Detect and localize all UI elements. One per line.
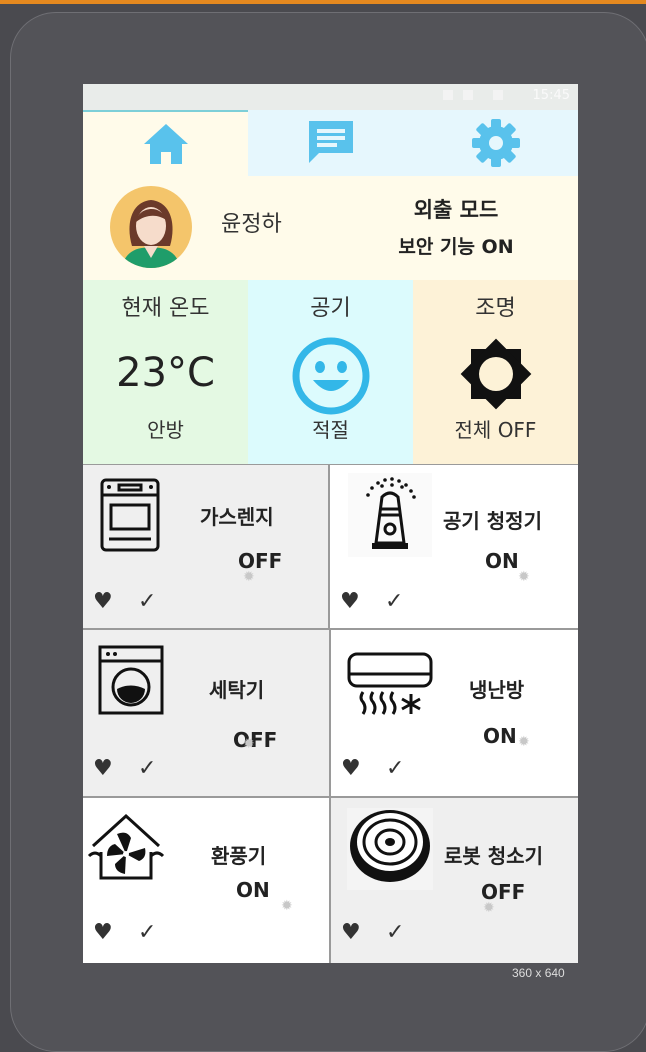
- device-card-washing-machine[interactable]: 세탁기 OFF ✹ ♥ ✓: [83, 630, 329, 796]
- mode-label[interactable]: 외출 모드: [371, 194, 541, 224]
- device-name: 환풍기: [211, 844, 267, 868]
- settings-gear-icon[interactable]: ✹: [243, 569, 255, 585]
- settings-gear-icon[interactable]: ✹: [281, 898, 293, 914]
- tab-bar: [83, 110, 578, 176]
- device-name: 공기 청정기: [443, 509, 542, 533]
- temperature-value: 23°C: [116, 350, 215, 396]
- light-title: 조명: [475, 296, 516, 321]
- gas-stove-icon: [100, 478, 160, 552]
- device-state[interactable]: OFF: [233, 728, 277, 752]
- status-time: 15:45: [532, 88, 570, 103]
- device-name: 냉난방: [469, 678, 525, 702]
- avatar[interactable]: [110, 186, 192, 268]
- top-accent-bar: [0, 0, 646, 4]
- temperature-tile[interactable]: 현재 온도 23°C 안방: [83, 280, 248, 464]
- check-icon[interactable]: ✓: [138, 589, 156, 614]
- user-name: 윤정하: [221, 212, 282, 237]
- check-icon[interactable]: ✓: [385, 589, 403, 614]
- check-icon[interactable]: ✓: [138, 920, 156, 945]
- temperature-title: 현재 온도: [121, 296, 210, 321]
- air-title: 공기: [310, 296, 351, 321]
- home-icon: [143, 124, 188, 164]
- wifi-icon: [443, 90, 453, 100]
- check-icon[interactable]: ✓: [138, 756, 156, 781]
- light-state: 전체 OFF: [454, 418, 537, 442]
- air-state: 적절: [312, 418, 349, 442]
- air-purifier-icon: [348, 473, 432, 557]
- settings-gear-icon[interactable]: ✹: [518, 734, 530, 750]
- favorite-heart-icon[interactable]: ♥: [93, 756, 113, 781]
- device-card-air-purifier[interactable]: 공기 청정기 ON ✹ ♥ ✓: [330, 465, 578, 628]
- favorite-heart-icon[interactable]: ♥: [340, 589, 360, 614]
- tab-settings[interactable]: [413, 110, 578, 176]
- device-card-air-conditioner[interactable]: 냉난방 ON ✹ ♥ ✓: [331, 630, 578, 796]
- settings-gear-icon[interactable]: ✹: [518, 569, 530, 585]
- app-screen: 15:45 윤정하 외출 모드 보안 기능 ON 현재 온도 23°C 안방 공…: [83, 84, 578, 963]
- settings-gear-icon[interactable]: ✹: [243, 736, 255, 752]
- robot-vacuum-icon: [347, 808, 433, 890]
- device-name: 세탁기: [209, 678, 265, 702]
- signal-icon: [463, 90, 473, 100]
- check-icon[interactable]: ✓: [386, 920, 404, 945]
- device-card-gas-stove[interactable]: 가스렌지 OFF ✹ ♥ ✓: [83, 465, 328, 628]
- air-conditioner-icon: [347, 652, 433, 715]
- air-tile[interactable]: 공기 적절: [248, 280, 413, 464]
- ventilation-fan-icon: [87, 813, 165, 880]
- favorite-heart-icon[interactable]: ♥: [341, 756, 361, 781]
- brightness-icon: [460, 338, 532, 410]
- favorite-heart-icon[interactable]: ♥: [93, 920, 113, 945]
- temperature-room: 안방: [147, 418, 184, 442]
- device-state[interactable]: ON: [485, 549, 519, 573]
- device-card-ventilation-fan[interactable]: 환풍기 ON ✹ ♥ ✓: [83, 798, 329, 963]
- device-grid: 가스렌지 OFF ✹ ♥ ✓ 공기 청정기 ON ✹ ♥ ✓ 세탁기 OFF ✹…: [83, 464, 578, 963]
- light-tile[interactable]: 조명 전체 OFF: [413, 280, 578, 464]
- chat-icon: [308, 121, 353, 163]
- check-icon[interactable]: ✓: [386, 756, 404, 781]
- resolution-label: 360 x 640: [512, 966, 565, 980]
- washing-machine-icon: [98, 645, 164, 715]
- tab-chat[interactable]: [248, 110, 413, 176]
- favorite-heart-icon[interactable]: ♥: [93, 589, 113, 614]
- tab-home[interactable]: [83, 110, 248, 176]
- device-state[interactable]: ON: [483, 724, 517, 748]
- device-card-robot-vacuum[interactable]: 로봇 청소기 OFF ✹ ♥ ✓: [331, 798, 578, 963]
- battery-icon: [493, 90, 503, 100]
- settings-gear-icon[interactable]: ✹: [483, 900, 495, 916]
- profile-section: 윤정하 외출 모드 보안 기능 ON: [83, 176, 578, 280]
- device-state[interactable]: ON: [236, 878, 270, 902]
- device-name: 로봇 청소기: [444, 844, 543, 868]
- gear-icon: [471, 119, 520, 167]
- device-name: 가스렌지: [200, 505, 274, 529]
- favorite-heart-icon[interactable]: ♥: [341, 920, 361, 945]
- security-status: 보안 기능 ON: [398, 236, 514, 258]
- smiley-face-icon: [292, 337, 370, 415]
- user-avatar-icon: [122, 200, 180, 268]
- status-bar: 15:45: [83, 84, 578, 110]
